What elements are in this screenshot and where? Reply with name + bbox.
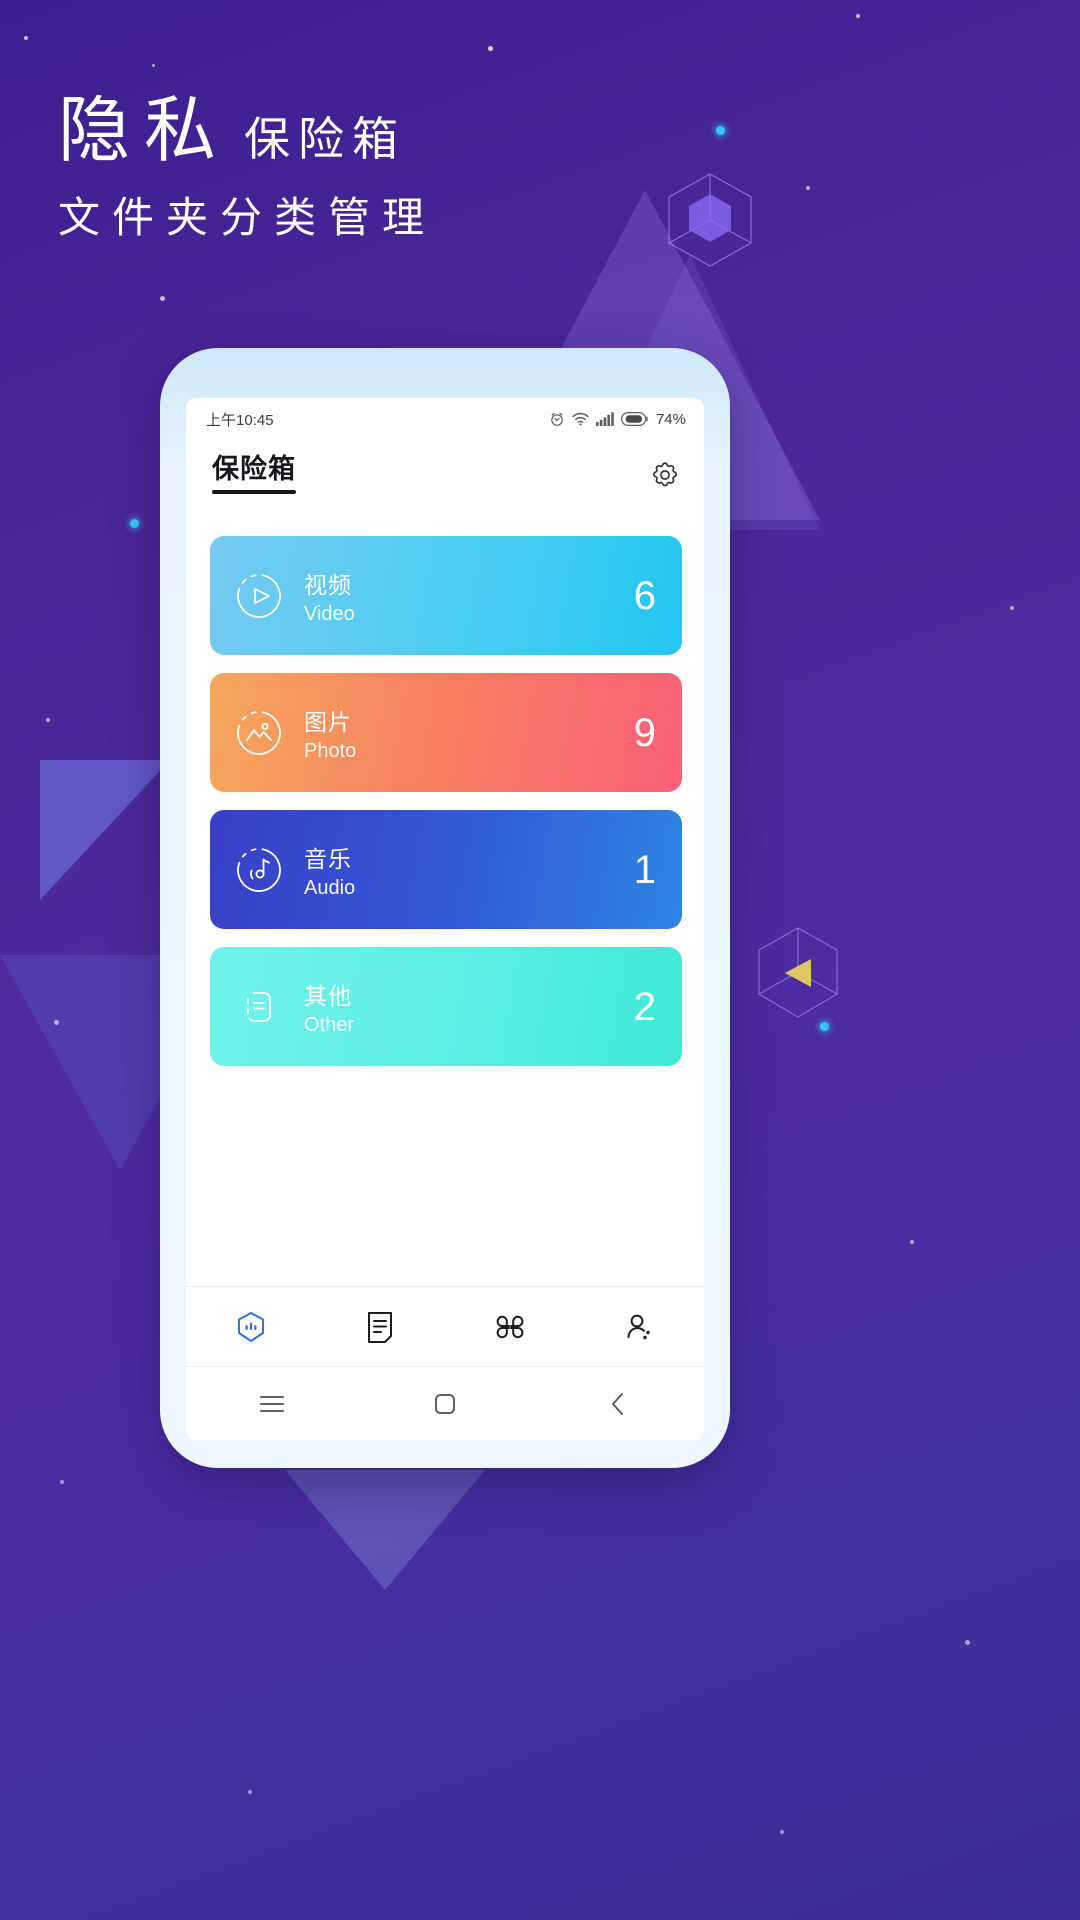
category-count: 2 (633, 984, 656, 1029)
decor-triangle-bottom (285, 1470, 485, 1590)
category-count: 6 (633, 573, 656, 618)
decor-star-accent (820, 1022, 829, 1031)
person-icon (627, 1314, 650, 1339)
decor-star (488, 46, 493, 51)
battery-percentage: 74% (655, 410, 686, 428)
nav-home-button[interactable] (410, 1381, 480, 1427)
decor-star (1010, 606, 1014, 610)
gear-icon (653, 462, 677, 487)
home-square-icon (434, 1393, 455, 1414)
category-name-cn: 其他 (304, 982, 352, 1009)
category-card-labels: 音乐 Audio (304, 840, 355, 900)
decor-star-accent (130, 519, 139, 528)
menu-icon (260, 1395, 285, 1412)
document-icon (368, 1311, 393, 1343)
app-header: 保险箱 (186, 440, 704, 522)
category-card-labels: 视频 Video (304, 566, 355, 626)
poster-headline: 隐私 保险箱 文件夹分类管理 (58, 95, 436, 239)
title-underline (212, 490, 296, 495)
android-nav-bar (186, 1366, 704, 1440)
category-name-cn: 视频 (304, 571, 352, 598)
category-card-labels: 其他 Other (304, 977, 354, 1037)
decor-star (965, 1640, 970, 1645)
poster-canvas: 隐私 保险箱 文件夹分类管理 上午10:45 74% 保险箱 视频 Video … (0, 0, 1080, 1920)
decor-star-accent (716, 126, 725, 135)
category-card-video[interactable]: 视频 Video 6 (210, 536, 682, 655)
bottom-tab-bar (186, 1286, 704, 1366)
wifi-icon (572, 412, 589, 426)
decor-star (856, 14, 860, 18)
alarm-icon (551, 412, 563, 426)
poster-subheadline: 文件夹分类管理 (58, 194, 437, 241)
category-count: 9 (633, 710, 656, 755)
back-chevron-icon (611, 1392, 623, 1415)
music-note-icon (232, 843, 286, 897)
status-bar-time: 上午10:45 (206, 411, 274, 429)
page-title-group: 保险箱 (212, 454, 296, 495)
category-card-photo[interactable]: 图片 Photo 9 (210, 673, 682, 792)
tab-apps[interactable] (478, 1300, 542, 1354)
nav-recents-button[interactable] (237, 1381, 307, 1427)
nav-back-button[interactable] (583, 1381, 653, 1427)
decor-star (910, 1240, 914, 1244)
decor-star (780, 1830, 784, 1834)
category-name-cn: 音乐 (304, 845, 352, 872)
decor-star (806, 186, 810, 190)
decor-star (54, 1020, 59, 1025)
page-title: 保险箱 (212, 454, 296, 484)
decor-star (60, 1480, 64, 1484)
signal-icon (595, 412, 614, 426)
category-name-en: Video (304, 602, 355, 625)
decor-star (160, 296, 165, 301)
photo-mountain-icon (232, 706, 286, 760)
category-name-en: Other (304, 1013, 355, 1036)
decor-play-badge-icon (758, 927, 838, 1018)
decor-star (248, 1790, 252, 1794)
tab-documents[interactable] (348, 1300, 412, 1354)
phone-mockup-frame: 上午10:45 74% 保险箱 视频 Video 6 图片 Photo 9 音乐… (160, 348, 730, 1468)
category-name-cn: 图片 (304, 708, 352, 735)
headline-main-text: 隐私 (58, 91, 231, 171)
category-count: 1 (633, 847, 656, 892)
headline-sub-text: 保险箱 (244, 113, 407, 165)
category-card-audio[interactable]: 音乐 Audio 1 (210, 810, 682, 929)
tab-vault[interactable] (219, 1300, 283, 1354)
decor-cube-icon (668, 173, 752, 267)
video-play-icon (232, 569, 286, 623)
decor-triangle-left (40, 760, 170, 900)
tab-profile[interactable] (607, 1300, 671, 1354)
shield-vault-icon (237, 1311, 264, 1342)
status-bar-icons: 74% (549, 411, 686, 428)
document-lines-icon (232, 980, 286, 1034)
category-name-en: Audio (304, 876, 356, 899)
phone-screen: 上午10:45 74% 保险箱 视频 Video 6 图片 Photo 9 音乐… (186, 398, 704, 1440)
category-name-en: Photo (304, 739, 357, 762)
decor-star (24, 36, 28, 40)
category-card-other[interactable]: 其他 Other 2 (210, 947, 682, 1066)
battery-icon (620, 412, 648, 426)
decor-star (46, 718, 50, 722)
grid-apps-icon (496, 1315, 524, 1338)
status-bar: 上午10:45 74% (186, 398, 704, 440)
category-card-labels: 图片 Photo (304, 703, 356, 763)
category-card-list: 视频 Video 6 图片 Photo 9 音乐 Audio 1 其他 Othe… (186, 522, 704, 1286)
settings-button[interactable] (648, 458, 682, 492)
decor-star (152, 64, 155, 67)
